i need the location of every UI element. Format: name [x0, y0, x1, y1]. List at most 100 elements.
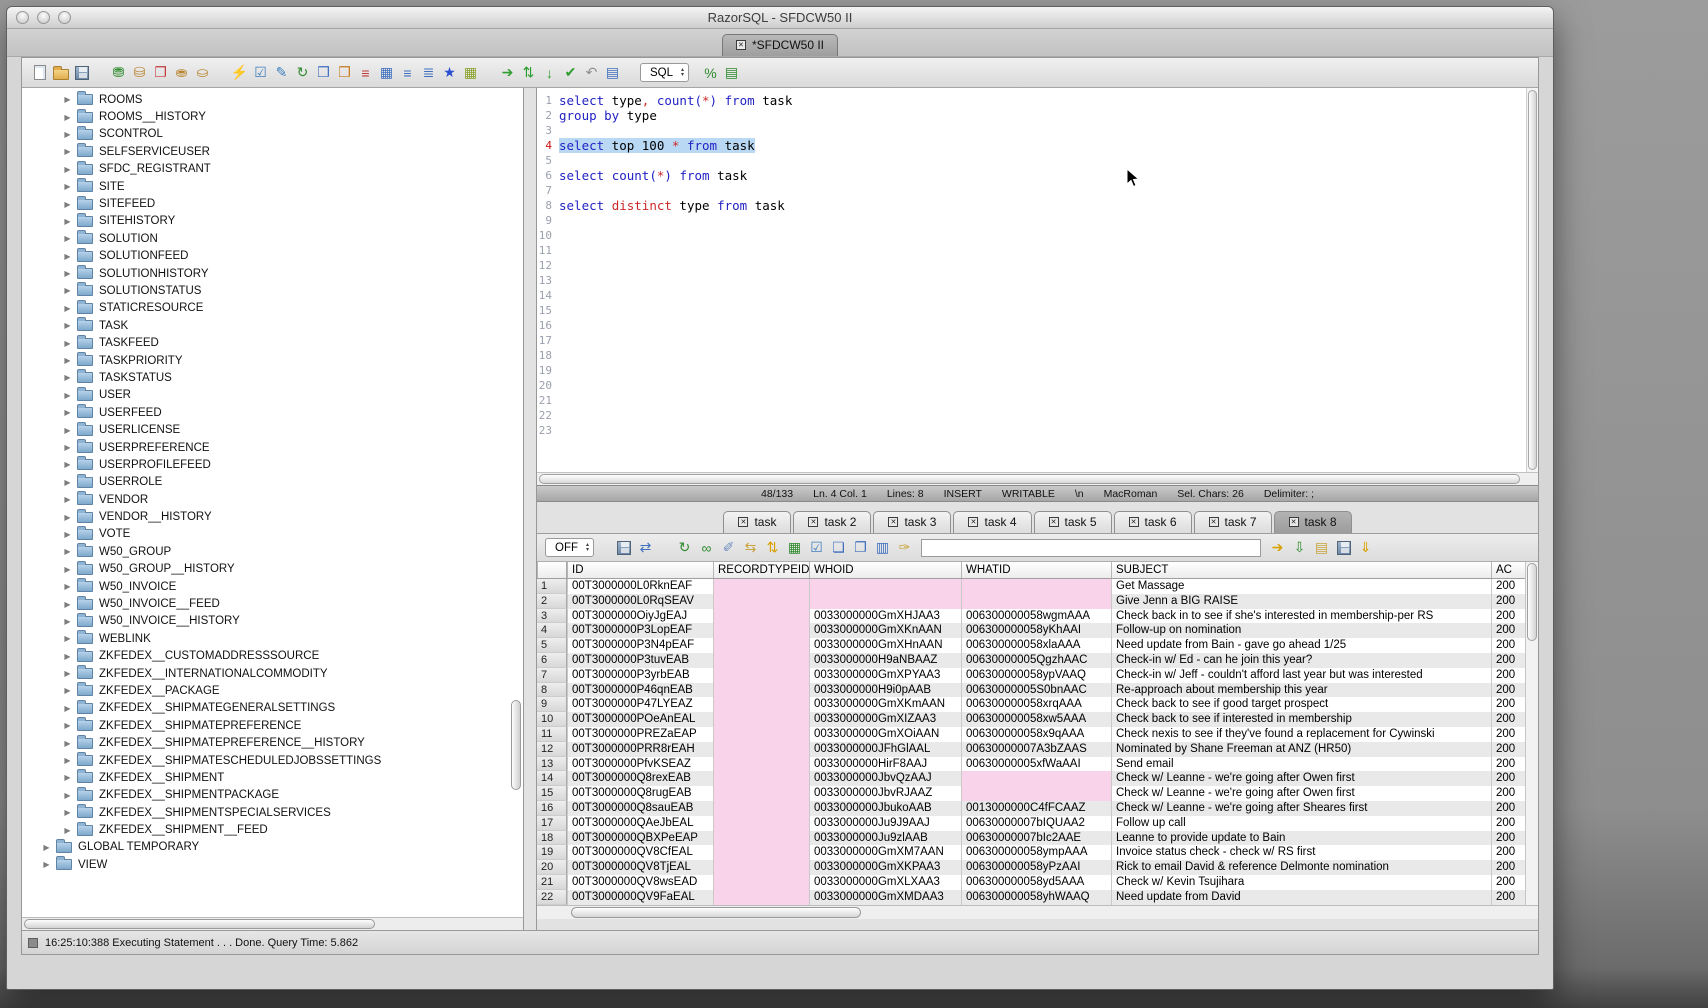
cell[interactable]: Check back to see if interested in membe… — [1111, 712, 1491, 727]
table-row[interactable]: 300T3000000OiyJgEAJ0033000000GmXHJAA3006… — [537, 609, 1525, 624]
code-line[interactable]: 20 — [537, 378, 1538, 393]
code-line[interactable]: 10 — [537, 228, 1538, 243]
code-line[interactable]: 23 — [537, 423, 1538, 438]
cell[interactable]: Send email — [1111, 757, 1491, 772]
cell[interactable]: 200 — [1491, 742, 1525, 757]
cell[interactable] — [713, 609, 809, 624]
table-row[interactable]: 1100T3000000PREZaEAP0033000000GmXOiAAN00… — [537, 727, 1525, 742]
cell[interactable]: 00T3000000QV8TjEAL — [567, 860, 713, 875]
code-line[interactable]: 11 — [537, 243, 1538, 258]
new-page-icon[interactable]: ❏ — [829, 538, 848, 557]
cell[interactable]: 200 — [1491, 801, 1525, 816]
favorites-star-icon[interactable]: ★ — [440, 63, 459, 82]
result-tab[interactable]: task — [723, 511, 791, 533]
cell[interactable] — [713, 845, 809, 860]
table-row[interactable]: 700T3000000P3yrbEAB0033000000GmXPYAA3006… — [537, 668, 1525, 683]
cell[interactable]: 006300000058ypVAAQ — [961, 668, 1111, 683]
tree-item[interactable]: ▶SITEFEED — [22, 195, 523, 212]
disclosure-triangle-icon[interactable]: ▶ — [61, 704, 74, 713]
cell[interactable]: Need update from Bain - gave go ahead 1/… — [1111, 638, 1491, 653]
cell[interactable]: 0033000000GmXKPAA3 — [809, 860, 961, 875]
close-button[interactable] — [16, 11, 29, 24]
cell[interactable]: 200 — [1491, 697, 1525, 712]
fetch-down-icon[interactable]: ↓ — [540, 63, 559, 82]
result-tab[interactable]: task 5 — [1034, 511, 1112, 533]
tree-item[interactable]: ▶SOLUTION — [22, 230, 523, 247]
disclosure-triangle-icon[interactable]: ▶ — [61, 617, 74, 626]
cell[interactable]: Check-in w/ Ed - can he join this year? — [1111, 653, 1491, 668]
disclosure-triangle-icon[interactable]: ▶ — [40, 860, 53, 869]
cell[interactable] — [809, 594, 961, 609]
table-row[interactable]: 100T3000000L0RknEAFGet Massage200 — [537, 579, 1525, 594]
cell[interactable]: 0033000000GmXHJAA3 — [809, 609, 961, 624]
table-row[interactable]: 1900T3000000QV8CfEAL0033000000GmXM7AAN00… — [537, 845, 1525, 860]
checklist-icon[interactable]: ☑ — [251, 63, 270, 82]
cell[interactable]: 006300000058yhWAAQ — [961, 890, 1111, 905]
tree-item[interactable]: ▶ZKFEDEX__SHIPMATESCHEDULEDJOBSSETTINGS — [22, 752, 523, 769]
tree-item[interactable]: ▶TASKFEED — [22, 334, 523, 351]
cell[interactable] — [713, 801, 809, 816]
code-line[interactable]: 13 — [537, 273, 1538, 288]
statement-type-select[interactable]: SQL — [640, 63, 689, 82]
cell[interactable]: 006300000058yKhAAI — [961, 623, 1111, 638]
disclosure-triangle-icon[interactable]: ▶ — [61, 391, 74, 400]
table-row[interactable]: 900T3000000P47LYEAZ0033000000GmXKmAAN006… — [537, 697, 1525, 712]
cell[interactable]: 006300000058yd5AAA — [961, 875, 1111, 890]
cell[interactable]: 006300000058xw5AAA — [961, 712, 1111, 727]
copy-results-icon[interactable]: ❐ — [851, 538, 870, 557]
table-row[interactable]: 600T3000000P3tuvEAB0033000000H9aNBAAZ006… — [537, 653, 1525, 668]
cell[interactable]: 00T3000000OiyJgEAJ — [567, 609, 713, 624]
cell[interactable]: 00T3000000P46qnEAB — [567, 683, 713, 698]
code-line[interactable]: 19 — [537, 363, 1538, 378]
cell[interactable]: 200 — [1491, 860, 1525, 875]
table-row[interactable]: 1500T3000000Q8rugEAB0033000000JbvRJAAZCh… — [537, 786, 1525, 801]
table-row[interactable]: 400T3000000P3LopEAF0033000000GmXKnAAN006… — [537, 623, 1525, 638]
cell[interactable]: 200 — [1491, 653, 1525, 668]
search-input[interactable] — [921, 539, 1261, 557]
table-row[interactable]: 2100T3000000QV8wsEAD0033000000GmXLXAA300… — [537, 875, 1525, 890]
tree-item[interactable]: ▶SITE — [22, 178, 523, 195]
tree-item[interactable]: ▶W50_GROUP__HISTORY — [22, 561, 523, 578]
scrollbar-thumb[interactable] — [24, 919, 375, 929]
cell[interactable] — [713, 816, 809, 831]
tree-item[interactable]: ▶SOLUTIONFEED — [22, 248, 523, 265]
cell[interactable]: 200 — [1491, 875, 1525, 890]
disclosure-triangle-icon[interactable]: ▶ — [61, 304, 74, 313]
table-row[interactable]: 200T3000000L0RqSEAVGive Jenn a BIG RAISE… — [537, 594, 1525, 609]
cell[interactable] — [961, 786, 1111, 801]
cell[interactable] — [713, 579, 809, 594]
cell[interactable]: Check back in to see if she's interested… — [1111, 609, 1491, 624]
tree-item[interactable]: ▶USERROLE — [22, 474, 523, 491]
cell[interactable]: 00T3000000L0RknEAF — [567, 579, 713, 594]
cell[interactable]: 0033000000GmXM7AAN — [809, 845, 961, 860]
cell[interactable]: 00T3000000Q8rugEAB — [567, 786, 713, 801]
tree-item[interactable]: ▶TASK — [22, 317, 523, 334]
disclosure-triangle-icon[interactable]: ▶ — [61, 495, 74, 504]
commit-check-icon[interactable]: ✔ — [561, 63, 580, 82]
tree-item[interactable]: ▶TASKPRIORITY — [22, 352, 523, 369]
cell[interactable]: Check w/ Leanne - we're going after Shea… — [1111, 801, 1491, 816]
disclosure-triangle-icon[interactable]: ▶ — [40, 843, 53, 852]
tree-item[interactable]: ▶VENDOR__HISTORY — [22, 508, 523, 525]
cell[interactable]: Check w/ Leanne - we're going after Owen… — [1111, 786, 1491, 801]
tree-item[interactable]: ▶TASKSTATUS — [22, 369, 523, 386]
code-line[interactable]: 22 — [537, 408, 1538, 423]
disclosure-triangle-icon[interactable]: ▶ — [61, 321, 74, 330]
cell[interactable]: 200 — [1491, 623, 1525, 638]
cell[interactable]: Invoice status check - check w/ RS first — [1111, 845, 1491, 860]
cell[interactable]: Check back to see if good target prospec… — [1111, 697, 1491, 712]
cell[interactable]: Rick to email David & reference Delmonte… — [1111, 860, 1491, 875]
refresh-results-icon[interactable]: ↻ — [675, 538, 694, 557]
cell[interactable] — [713, 875, 809, 890]
cell[interactable]: 00T3000000P3tuvEAB — [567, 653, 713, 668]
cell[interactable] — [809, 579, 961, 594]
code-line[interactable]: 2group by type — [537, 108, 1538, 123]
disclosure-triangle-icon[interactable]: ▶ — [61, 356, 74, 365]
cell[interactable]: Nominated by Shane Freeman at ANZ (HR50) — [1111, 742, 1491, 757]
scrollbar-thumb[interactable] — [511, 700, 521, 790]
cell[interactable]: 006300000058yPzAAI — [961, 860, 1111, 875]
cell[interactable] — [961, 771, 1111, 786]
tree-item[interactable]: ▶SFDC_REGISTRANT — [22, 161, 523, 178]
disclosure-triangle-icon[interactable]: ▶ — [61, 669, 74, 678]
disclosure-triangle-icon[interactable]: ▶ — [61, 200, 74, 209]
